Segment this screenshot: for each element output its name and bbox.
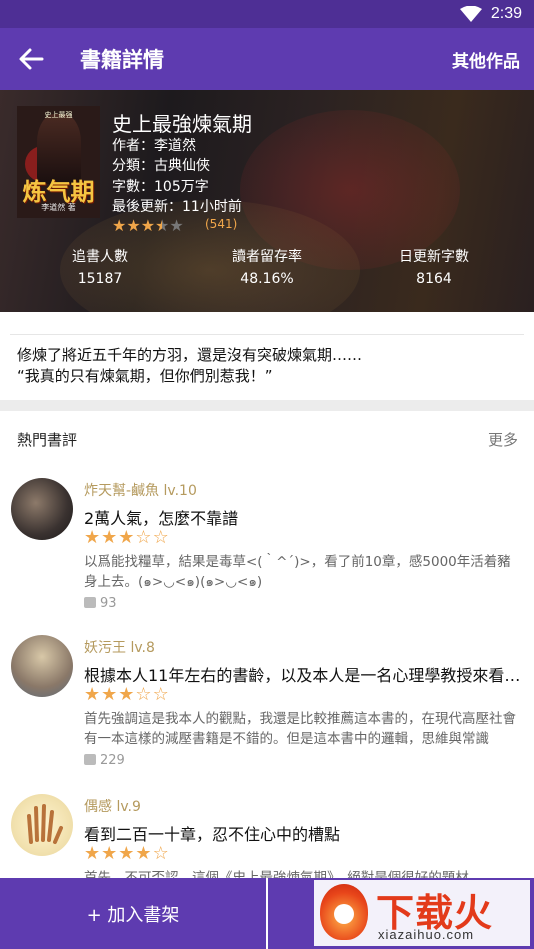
stat-value-daily-words: 8164 <box>416 271 452 287</box>
stat-label-retention: 讀者留存率 <box>232 249 302 265</box>
star-icon: ★ <box>135 843 153 864</box>
star-icon: ★ <box>155 216 170 235</box>
hot-reviews-title: 熱門書評 <box>17 431 78 449</box>
other-works-button[interactable]: 其他作品 <box>452 47 520 72</box>
section-gap <box>0 400 534 411</box>
star-icon: ★ <box>126 216 141 235</box>
star-icon: ☆ <box>135 527 153 548</box>
review-user[interactable]: 偶感 lv.9 <box>84 796 141 816</box>
rating-count: (541) <box>205 217 238 231</box>
stat-value-readers: 15187 <box>77 271 123 287</box>
back-arrow-icon[interactable] <box>18 46 44 72</box>
review-stars: ★★★☆☆ <box>84 686 170 704</box>
star-icon: ★ <box>118 527 136 548</box>
page-title: 書籍詳情 <box>80 48 164 72</box>
star-icon: ★ <box>101 684 119 705</box>
review-stars: ★★★☆☆ <box>84 529 170 547</box>
star-icon: ☆ <box>152 843 170 864</box>
star-icon: ★ <box>169 216 184 235</box>
watermark-url: xiazaihuo.com <box>378 927 475 942</box>
book-cover: 史上最强 炼气期 李道然 著 <box>17 106 100 218</box>
star-icon: ★ <box>101 527 119 548</box>
more-reviews-link[interactable]: 更多 <box>488 429 518 450</box>
review-body: 首先強調這是我本人的觀點，我還是比較推薦這本書的，在現代高壓社會有一本這樣的減壓… <box>84 711 516 747</box>
status-bar: 2:39 <box>0 0 534 28</box>
add-to-shelf-button[interactable]: + 加入書架 <box>0 878 266 949</box>
review-title: 根據本人11年左右的書齡，以及本人是一名心理學教授來看這本書 <box>84 666 524 685</box>
book-author: 作者：李道然 <box>112 138 196 154</box>
star-icon: ★ <box>118 843 136 864</box>
star-icon: ★ <box>112 216 127 235</box>
description-line: 修煉了將近五千年的方羽，還是沒有突破煉氣期…… <box>17 346 363 364</box>
thumbs-up-icon <box>84 597 96 608</box>
star-icon: ★ <box>140 216 156 235</box>
review-likes[interactable]: 229 <box>84 753 125 768</box>
avatar[interactable] <box>11 635 73 697</box>
divider <box>10 334 524 335</box>
stat-label-readers: 追書人數 <box>72 249 128 265</box>
watermark: 下载火 xiazaihuo.com <box>314 880 530 946</box>
thumbs-up-icon <box>84 754 96 765</box>
star-icon: ☆ <box>152 527 170 548</box>
star-icon: ★ <box>84 527 102 548</box>
stat-label-daily-words: 日更新字數 <box>399 249 469 265</box>
cover-author: 李道然 著 <box>41 203 76 212</box>
star-icon: ☆ <box>152 684 170 705</box>
avatar[interactable] <box>11 478 73 540</box>
review-user[interactable]: 妖污王 lv.8 <box>84 637 155 657</box>
rating-stars: ★★★★★ <box>112 216 184 235</box>
description-line: “我真的只有煉氣期，但你們別惹我！” <box>17 367 273 385</box>
hand-icon <box>27 804 63 844</box>
stat-value-retention: 48.16% <box>240 271 294 287</box>
star-icon: ★ <box>118 684 136 705</box>
book-word-count: 字數：105万字 <box>112 179 209 195</box>
review-title: 2萬人氣，怎麼不靠譜 <box>84 509 239 528</box>
review-title: 看到二百一十章，忍不住心中的槽點 <box>84 825 341 844</box>
book-category: 分類：古典仙俠 <box>112 158 210 174</box>
review-likes[interactable]: 93 <box>84 596 117 611</box>
star-icon: ★ <box>84 684 102 705</box>
star-icon: ★ <box>101 843 119 864</box>
star-icon: ★ <box>84 843 102 864</box>
app-bar: 書籍詳情 其他作品 <box>0 28 534 90</box>
book-last-update: 最後更新：11小时前 <box>112 199 242 215</box>
wifi-icon <box>460 6 482 22</box>
avatar[interactable] <box>11 794 73 856</box>
status-time: 2:39 <box>490 5 522 22</box>
book-header: 史上最强 炼气期 李道然 著 史上最強煉氣期 作者：李道然 分類：古典仙俠 字數… <box>0 90 534 312</box>
star-icon: ☆ <box>135 684 153 705</box>
cover-top-text: 史上最强 <box>44 111 73 119</box>
review-body: 以爲能找糧草，結果是毒草<(｀^´)>，看了前10章，感5000年活着豬身上去。… <box>84 554 511 590</box>
download-icon <box>334 904 354 924</box>
book-name: 史上最強煉氣期 <box>112 112 252 136</box>
book-description[interactable]: 修煉了將近五千年的方羽，還是沒有突破煉氣期…… “我真的只有煉氣期，但你們別惹我… <box>17 345 517 387</box>
review-user[interactable]: 炸天幫-鹹魚 lv.10 <box>84 480 197 500</box>
review-stars: ★★★★☆ <box>84 845 170 863</box>
